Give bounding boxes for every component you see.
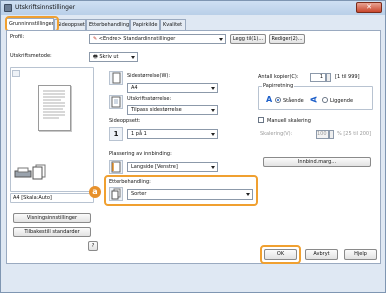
ok-button[interactable]: OK	[264, 249, 297, 260]
copies-spinner[interactable]	[326, 73, 331, 82]
text-lines-icon	[43, 90, 65, 119]
pencil-icon: ✎	[93, 36, 98, 42]
tab-quality[interactable]: Kvalitet	[160, 19, 186, 30]
output-size-glyph-icon	[111, 96, 121, 108]
page-preview	[38, 85, 71, 131]
tab-bar: Grunninnstillinger Sideoppsett Etterbeha…	[6, 18, 381, 30]
tab-paper-source[interactable]: Papirkilde	[130, 19, 160, 30]
window-title: Utskriftsinnstillinger	[15, 4, 76, 11]
page-layout-label: Sideoppsett:	[109, 118, 141, 124]
landscape-label: Liggende	[330, 98, 354, 104]
scaling-range: % [25 til 200]	[337, 131, 372, 137]
manual-scaling-checkbox[interactable]	[258, 117, 264, 123]
view-settings-button[interactable]: Visningsinnstillinger	[13, 213, 91, 223]
landscape-orientation-icon: A	[309, 96, 319, 103]
printer-icon	[4, 4, 12, 12]
portrait-label: Stående	[283, 98, 304, 104]
tab-page-setup[interactable]: Sideoppsett	[54, 19, 86, 30]
chevron-down-icon	[211, 133, 215, 136]
profile-select[interactable]: ✎ <Endre> Standardinnstillinger	[89, 34, 226, 44]
copies-label: Antall kopier(C):	[258, 74, 299, 80]
add-profile-button[interactable]: Legg til(1)...	[230, 34, 266, 44]
preview-caption: A4 [Skala:Auto]	[13, 195, 52, 201]
chevron-down-icon	[211, 87, 215, 90]
tab-finishing[interactable]: Etterbehandling	[86, 19, 130, 30]
chevron-down-icon	[246, 193, 250, 196]
chevron-down-icon	[219, 38, 223, 41]
chevron-down-icon	[211, 109, 215, 112]
output-size-value: Tilpass sidestørrelse	[131, 107, 182, 113]
output-method-value: Skriv ut	[99, 54, 119, 60]
printer-output-icon	[14, 167, 32, 178]
scaling-label: Skalering(V):	[260, 131, 293, 137]
restore-defaults-button[interactable]: Tilbakestill standarder	[13, 227, 91, 237]
profile-value: <Endre> Standardinnstillinger	[98, 36, 176, 42]
title-bar: Utskriftsinnstillinger ✕	[1, 1, 385, 15]
binding-margin-button[interactable]: Innbind.marg...	[263, 157, 371, 167]
page-size-value: A4	[131, 85, 138, 91]
scaling-spinner[interactable]	[329, 130, 334, 139]
landscape-radio[interactable]	[322, 97, 328, 103]
preview-view-icon[interactable]	[12, 70, 20, 77]
page-layout-select[interactable]: 1 på 1	[127, 129, 218, 139]
preview-caption-box: A4 [Skala:Auto]	[10, 193, 94, 203]
chevron-down-icon	[131, 56, 135, 59]
tab-basic-settings[interactable]: Grunninnstillinger	[6, 18, 54, 30]
collated-pages-icon	[32, 164, 46, 180]
finishing-select[interactable]: Sorter	[127, 189, 253, 200]
manual-scaling-label: Manuell skalering	[267, 118, 311, 124]
binding-glyph-icon	[111, 161, 121, 173]
binding-select[interactable]: Langside [Venstre]	[127, 162, 218, 172]
scaling-input[interactable]: 100	[316, 130, 329, 139]
print-icon: 🖶	[93, 54, 98, 60]
edit-profile-button[interactable]: Rediger(2)...	[269, 34, 305, 44]
copies-input[interactable]: 1	[310, 73, 326, 82]
binding-icon	[109, 160, 123, 174]
output-size-label: Utskriftsstørrelse:	[127, 96, 172, 102]
help-icon[interactable]: ?	[88, 241, 98, 251]
output-size-icon	[109, 95, 123, 109]
close-button[interactable]: ✕	[356, 2, 382, 13]
print-settings-window: Utskriftsinnstillinger ✕ Grunninnstillin…	[0, 0, 386, 293]
finishing-label: Etterbehandling:	[109, 179, 151, 185]
binding-label: Plassering av innbinding:	[109, 151, 172, 157]
page-size-icon	[109, 71, 123, 85]
page-size-label: Sidestørrelse(W):	[127, 73, 171, 79]
orientation-label: Papirretning	[262, 83, 295, 89]
sort-pages-icon	[111, 188, 121, 200]
portrait-radio[interactable]	[275, 97, 281, 103]
profile-label: Profil:	[10, 34, 25, 40]
page-layout-icon: 1	[109, 127, 123, 141]
binding-value: Langside [Venstre]	[131, 164, 178, 170]
page-layout-value: 1 på 1	[131, 131, 147, 137]
finishing-icon	[109, 187, 123, 201]
page-size-select[interactable]: A4	[127, 83, 218, 93]
cancel-button[interactable]: Avbryt	[305, 249, 338, 260]
portrait-orientation-icon: A	[266, 95, 273, 104]
page-size-glyph-icon	[112, 72, 121, 84]
callout-marker-a: a	[89, 186, 101, 198]
copies-range: [1 til 999]	[335, 74, 360, 80]
help-button[interactable]: Hjelp	[344, 249, 377, 260]
chevron-down-icon	[211, 166, 215, 169]
output-method-label: Utskriftsmetode:	[10, 53, 52, 59]
finishing-value: Sorter	[131, 191, 147, 197]
output-method-select[interactable]: 🖶 Skriv ut	[89, 52, 138, 62]
output-size-select[interactable]: Tilpass sidestørrelse	[127, 105, 218, 115]
